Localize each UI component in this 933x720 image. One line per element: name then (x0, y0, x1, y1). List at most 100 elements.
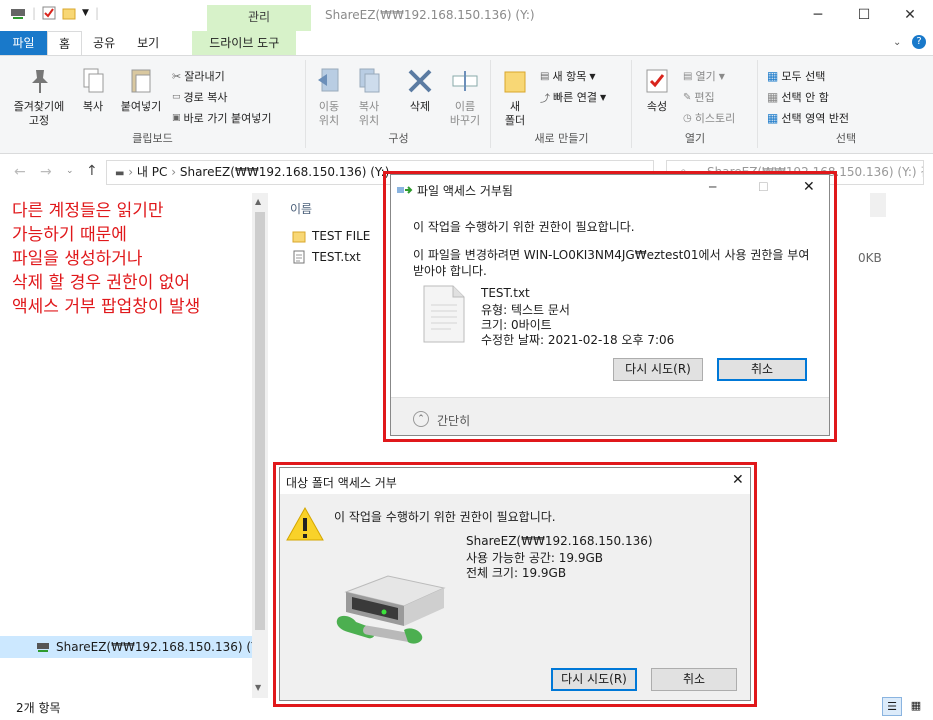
ribbon-collapse-icon[interactable]: ⌄ (893, 37, 901, 48)
forward-arrow-icon[interactable]: → (40, 164, 52, 180)
move-to-button[interactable]: 이동 위치 (311, 66, 347, 128)
breadcrumb-this-pc[interactable]: 내 PC (137, 165, 167, 179)
column-header-name[interactable]: 이름 (290, 200, 312, 217)
paste-shortcut-icon: ▣ (172, 113, 181, 123)
delete-label: 삭제 (409, 100, 431, 113)
copy-icon (83, 68, 104, 93)
delete-x-icon (408, 69, 432, 93)
new-group-label: 새로 만들기 (534, 132, 589, 145)
new-item-icon: ▤ (540, 70, 550, 82)
easy-access-icon: ⤴ (540, 93, 550, 105)
tab-drive-tools[interactable]: 드라이브 도구 (192, 31, 297, 55)
annotation-line: 액세스 거부 팝업창이 발생 (12, 297, 201, 317)
copy-button[interactable]: 복사 (76, 66, 110, 114)
edit-label: 편집 (694, 91, 715, 104)
tab-home[interactable]: 홈 (47, 31, 83, 55)
ribbon-tabs: 파일 홈 공유 보기 드라이브 도구 (0, 31, 933, 55)
paste-shortcut-button[interactable]: ▣ 바로 가기 붙여넣기 (172, 110, 271, 126)
annotation-line: 삭제 할 경우 권한이 없어 (12, 273, 191, 293)
cut-icon: ✂ (172, 69, 182, 83)
large-icons-view-icon[interactable]: ▦ (906, 697, 926, 716)
open-group: 속성 ▤ 열기 ▼ ✎ 편집 ◷ 히스토리 열기 (633, 60, 758, 148)
maximize-button[interactable]: ☐ (841, 0, 887, 31)
tab-share[interactable]: 공유 (82, 31, 126, 55)
details-view-icon[interactable]: ☰ (882, 697, 902, 716)
address-drive-icon: ▬ (115, 168, 125, 179)
easy-access-button[interactable]: ⤴ 빠른 연결 ▼ (540, 89, 606, 105)
file-size: 0KB (858, 251, 882, 265)
content-scrollbar[interactable] (870, 193, 886, 217)
select-group-label: 선택 (835, 132, 857, 145)
close-button[interactable]: ✕ (887, 0, 933, 31)
copy-label: 복사 (82, 100, 104, 113)
list-item[interactable]: TEST.txt (292, 250, 361, 264)
open-icon: ▤ (683, 70, 693, 82)
move-to-label: 이동 위치 (318, 100, 340, 127)
copy-path-label: 경로 복사 (183, 91, 228, 104)
scroll-down-icon[interactable]: ▼ (255, 683, 261, 692)
ribbon: 즐겨찾기에 고정 복사 붙여넣기 ✂ 잘라내기 ▭ 경로 복사 ▣ 바로 가기 붙여넣… (0, 55, 933, 154)
history-button[interactable]: ◷ 히스토리 (683, 110, 735, 126)
pin-quick-access-button[interactable]: 즐겨찾기에 고정 (6, 66, 72, 128)
invert-selection-icon: ▦ (767, 111, 779, 125)
paste-label: 붙여넣기 (120, 100, 162, 113)
copy-to-icon (359, 68, 380, 93)
new-folder-label: 새 폴더 (504, 100, 526, 127)
nav-scrollbar-thumb[interactable] (255, 212, 265, 630)
copy-path-icon: ▭ (172, 92, 181, 102)
up-arrow-icon[interactable]: ↑ (86, 163, 98, 179)
pin-label: 즐겨찾기에 고정 (13, 100, 65, 127)
select-all-label: 모두 선택 (781, 70, 826, 83)
folder-icon (292, 231, 306, 243)
paste-button[interactable]: 붙여넣기 (116, 66, 166, 114)
new-folder-button[interactable]: 새 폴더 (498, 66, 532, 128)
properties-button[interactable]: 속성 (639, 66, 675, 114)
breadcrumb-share[interactable]: ShareEZ(₩₩192.168.150.136) (Y:) (180, 165, 390, 179)
qat-dropdown-icon[interactable]: ▼ (82, 8, 89, 18)
rename-icon (452, 71, 478, 91)
select-group: ▦ 모두 선택 ▦ 선택 안 함 ▦ 선택 영역 반전 선택 (759, 60, 933, 148)
new-folder-big-icon (504, 71, 526, 93)
back-arrow-icon[interactable]: ← (14, 164, 26, 180)
scroll-up-icon[interactable]: ▲ (255, 197, 261, 206)
help-icon[interactable]: ? (912, 35, 926, 49)
highlight-box (273, 462, 757, 707)
select-none-button[interactable]: ▦ 선택 안 함 (767, 89, 829, 105)
move-to-icon (318, 68, 339, 92)
cut-button[interactable]: ✂ 잘라내기 (172, 68, 225, 84)
status-item-count: 2개 항목 (16, 701, 61, 715)
pin-icon (32, 70, 48, 93)
network-drive-icon (37, 643, 49, 652)
open-button[interactable]: ▤ 열기 ▼ (683, 68, 725, 84)
quick-access-toolbar: | ▼ | (10, 6, 99, 20)
history-label: 히스토리 (694, 112, 736, 125)
properties-icon (646, 69, 668, 93)
annotation-line: 가능하기 때문에 (12, 225, 127, 245)
file-name: TEST.txt (312, 250, 361, 264)
list-item[interactable]: TEST FILE (292, 229, 370, 243)
select-all-button[interactable]: ▦ 모두 선택 (767, 68, 825, 84)
properties-check-icon[interactable] (42, 6, 56, 20)
history-icon: ◷ (683, 112, 692, 124)
tab-file[interactable]: 파일 (0, 31, 47, 55)
file-name: TEST FILE (312, 229, 371, 243)
new-item-button[interactable]: ▤ 새 항목 ▼ (540, 68, 595, 84)
copy-path-button[interactable]: ▭ 경로 복사 (172, 89, 228, 105)
manage-context-tab[interactable]: 관리 (207, 5, 311, 31)
minimize-button[interactable]: ─ (795, 0, 841, 31)
rename-button[interactable]: 이름 바꾸기 (443, 66, 487, 128)
drive-icon[interactable] (10, 6, 26, 20)
highlight-box (383, 171, 837, 442)
tab-view[interactable]: 보기 (126, 31, 170, 55)
copy-to-button[interactable]: 복사 위치 (351, 66, 387, 128)
organize-group: 이동 위치 복사 위치 삭제 이름 바꾸기 구성 (307, 60, 491, 148)
edit-button[interactable]: ✎ 편집 (683, 89, 715, 105)
recent-dropdown-icon[interactable]: ⌄ (66, 166, 74, 176)
properties-label: 속성 (646, 100, 668, 113)
organize-group-label: 구성 (388, 132, 409, 145)
invert-selection-button[interactable]: ▦ 선택 영역 반전 (767, 110, 849, 126)
delete-button[interactable]: 삭제 (399, 66, 441, 114)
new-folder-icon[interactable] (62, 6, 76, 20)
easy-access-label: 빠른 연결 (553, 91, 597, 104)
open-group-label: 열기 (684, 132, 706, 145)
